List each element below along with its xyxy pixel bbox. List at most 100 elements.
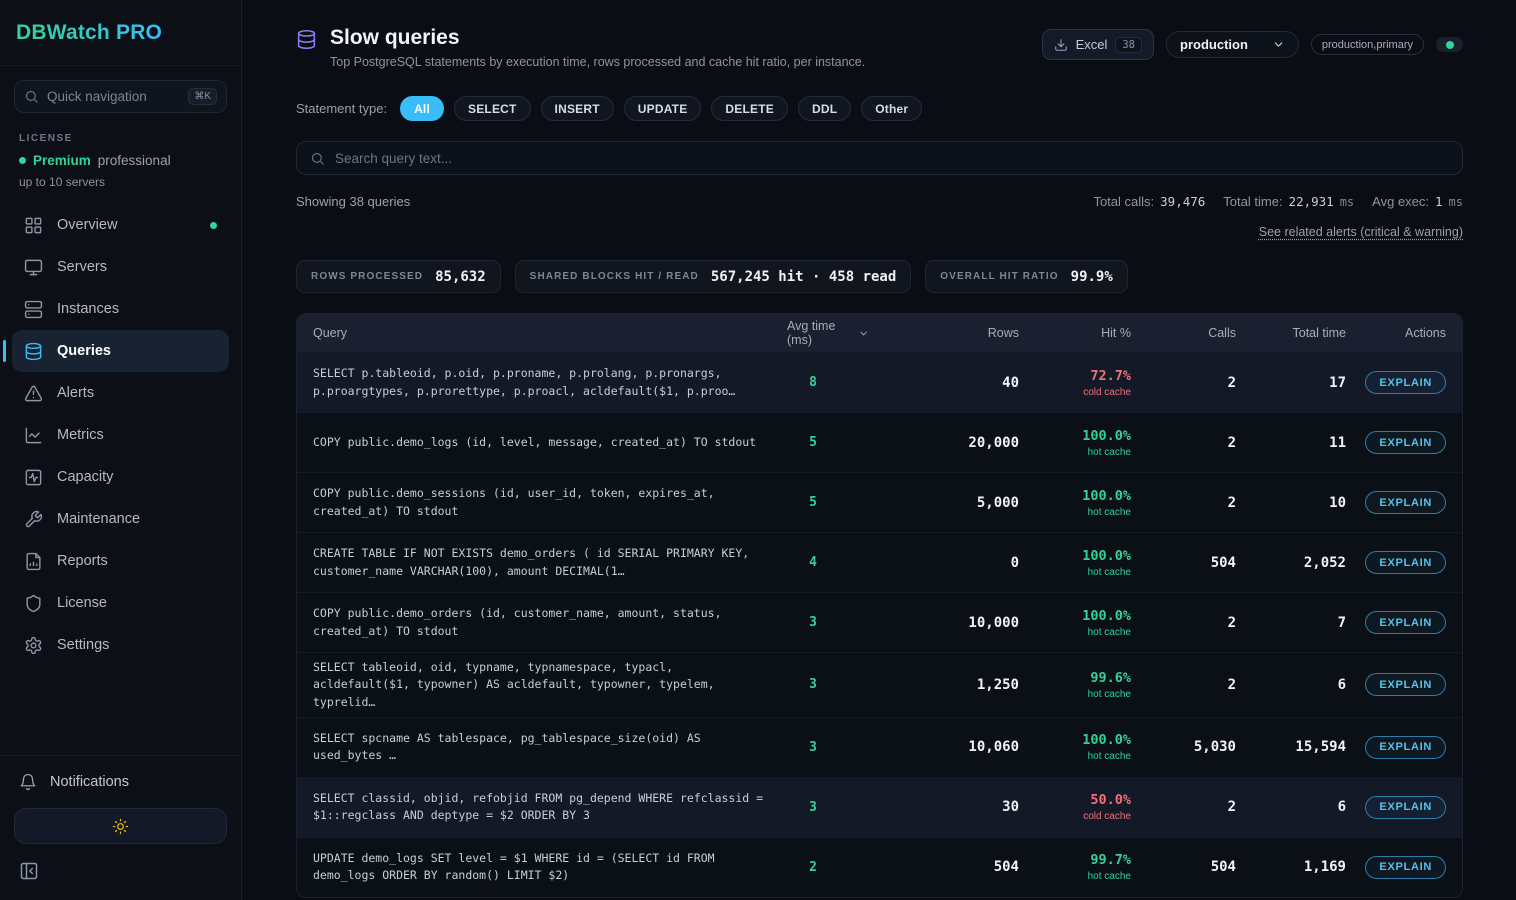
calls-cell: 2 [1131,615,1236,631]
filter-select[interactable]: SELECT [454,96,531,121]
main-content: Slow queries Top PostgreSQL statements b… [242,0,1516,900]
sidebar-item-settings[interactable]: Settings [12,624,229,666]
sidebar-item-capacity[interactable]: Capacity [12,456,229,498]
sidebar-footer: Notifications [0,755,241,900]
page-subtitle: Top PostgreSQL statements by execution t… [330,55,865,69]
quick-navigation-input[interactable] [47,89,180,104]
query-search-input[interactable] [335,151,1449,166]
total-time-cell: 15,594 [1236,739,1346,755]
sidebar-item-instances[interactable]: Instances [12,288,229,330]
theme-toggle-button[interactable] [14,808,227,844]
column-header-hit[interactable]: Hit % [1019,326,1131,340]
filter-update[interactable]: UPDATE [624,96,702,121]
explain-button[interactable]: EXPLAIN [1365,371,1446,394]
table-row[interactable]: SELECT p.tableoid, p.oid, p.proname, p.p… [297,352,1462,412]
sidebar-item-metrics[interactable]: Metrics [12,414,229,456]
column-header-calls[interactable]: Calls [1131,326,1236,340]
hit-ratio-cell: 100.0% hot cache [1019,548,1131,578]
toggle-knob [1446,41,1454,49]
calls-cell: 504 [1131,555,1236,571]
avg-time-cell: 2 [787,860,869,875]
explain-button[interactable]: EXPLAIN [1365,611,1446,634]
activity-square-icon [24,468,43,487]
column-header-avg-time-ms[interactable]: Avg time (ms) [787,319,869,347]
statement-type-label: Statement type: [296,101,387,116]
showing-count: Showing 38 queries [296,194,410,209]
query-text: COPY public.demo_sessions (id, user_id, … [313,485,773,520]
query-text: UPDATE demo_logs SET level = $1 WHERE id… [313,850,773,885]
related-alerts-link[interactable]: See related alerts (critical & warning) [1259,225,1463,239]
explain-button[interactable]: EXPLAIN [1365,856,1446,879]
export-excel-button[interactable]: Excel 38 [1042,29,1154,60]
hit-ratio-cell: 100.0% hot cache [1019,732,1131,762]
collapse-sidebar-button[interactable] [19,861,39,881]
query-search-bar[interactable] [296,141,1463,175]
column-header-actions[interactable]: Actions [1346,326,1446,340]
cache-state-label: hot cache [1088,751,1131,762]
column-header-total-time[interactable]: Total time [1236,326,1346,340]
sidebar-item-reports[interactable]: Reports [12,540,229,582]
sidebar-item-queries[interactable]: Queries [12,330,229,372]
table-row[interactable]: COPY public.demo_orders (id, customer_na… [297,592,1462,652]
sidebar-item-maintenance[interactable]: Maintenance [12,498,229,540]
instance-status-toggle[interactable] [1436,37,1463,52]
explain-button[interactable]: EXPLAIN [1365,551,1446,574]
download-icon [1054,38,1068,52]
sidebar-item-overview[interactable]: Overview [12,204,229,246]
calls-cell: 2 [1131,435,1236,451]
gear-icon [24,636,43,655]
filter-insert[interactable]: INSERT [541,96,614,121]
quick-navigation-box[interactable]: ⌘K [14,80,227,113]
wrench-icon [24,510,43,529]
cache-state-label: hot cache [1088,567,1131,578]
license-summary: LICENSE Premium professional up to 10 se… [0,127,241,189]
table-row[interactable]: SELECT spcname AS tablespace, pg_tablesp… [297,717,1462,777]
table-row[interactable]: SELECT classid, objid, refobjid FROM pg_… [297,777,1462,837]
sidebar-item-license[interactable]: License [12,582,229,624]
filter-all[interactable]: All [400,96,444,121]
avg-time-cell: 3 [787,615,869,630]
explain-button[interactable]: EXPLAIN [1365,431,1446,454]
rows-cell: 20,000 [869,435,1019,451]
query-cell: SELECT spcname AS tablespace, pg_tablesp… [313,730,787,765]
filter-ddl[interactable]: DDL [798,96,851,121]
table-header-row: Query Avg time (ms) Rows Hit % Calls Tot… [297,314,1462,352]
explain-button[interactable]: EXPLAIN [1365,736,1446,759]
total-time-cell: 6 [1236,677,1346,693]
table-row[interactable]: SELECT tableoid, oid, typname, typnamesp… [297,652,1462,717]
table-row[interactable]: COPY public.demo_logs (id, level, messag… [297,412,1462,472]
column-header-rows[interactable]: Rows [869,326,1019,340]
search-icon [24,89,39,104]
query-text: SELECT spcname AS tablespace, pg_tablesp… [313,730,773,765]
hit-ratio-cell: 100.0% hot cache [1019,608,1131,638]
sun-icon [112,818,129,835]
query-text: CREATE TABLE IF NOT EXISTS demo_orders (… [313,545,773,580]
sidebar-item-alerts[interactable]: Alerts [12,372,229,414]
explain-button[interactable]: EXPLAIN [1365,673,1446,696]
instance-tags-badge: production,primary [1311,34,1424,55]
notifications-button[interactable]: Notifications [14,773,227,791]
cache-state-label: hot cache [1088,447,1131,458]
hit-ratio-cell: 50.0% cold cache [1019,792,1131,822]
page-title: Slow queries [330,26,865,50]
column-header-query[interactable]: Query [313,326,787,340]
avg-time-cell: 3 [787,800,869,815]
license-tier-suffix: professional [98,153,171,168]
explain-button[interactable]: EXPLAIN [1365,491,1446,514]
filter-other[interactable]: Other [861,96,922,121]
page-header: Slow queries Top PostgreSQL statements b… [296,26,1463,69]
sidebar-item-servers[interactable]: Servers [12,246,229,288]
table-row[interactable]: UPDATE demo_logs SET level = $1 WHERE id… [297,837,1462,897]
total-time-cell: 17 [1236,375,1346,391]
instance-select[interactable]: production [1166,31,1299,58]
query-cell: COPY public.demo_sessions (id, user_id, … [313,485,787,520]
table-row[interactable]: COPY public.demo_sessions (id, user_id, … [297,472,1462,532]
filter-delete[interactable]: DELETE [711,96,788,121]
explain-button[interactable]: EXPLAIN [1365,796,1446,819]
stat-card-overall-hit-ratio: OVERALL HIT RATIO 99.9% [925,260,1128,293]
hit-ratio-cell: 99.7% hot cache [1019,852,1131,882]
avg-time-cell: 8 [787,375,869,390]
rows-cell: 10,000 [869,615,1019,631]
hit-ratio-cell: 100.0% hot cache [1019,488,1131,518]
table-row[interactable]: CREATE TABLE IF NOT EXISTS demo_orders (… [297,532,1462,592]
